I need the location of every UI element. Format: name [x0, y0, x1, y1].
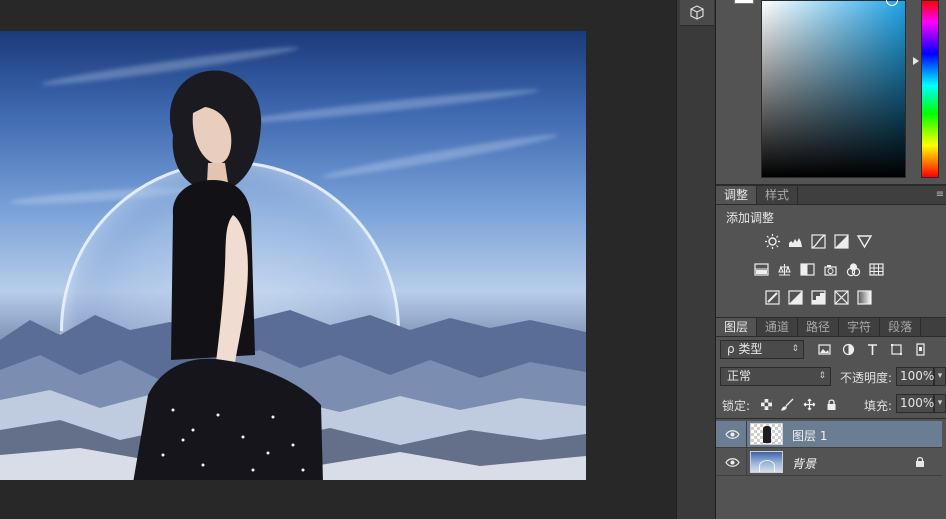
levels-icon[interactable]: [787, 233, 804, 250]
opacity-input[interactable]: 100%: [896, 367, 934, 386]
threshold-icon[interactable]: [810, 289, 827, 306]
invert-icon[interactable]: [764, 289, 781, 306]
hue-slider-handle[interactable]: [913, 57, 919, 65]
color-picker-panel: [716, 0, 946, 185]
adjustments-title: 添加调整: [726, 211, 775, 225]
dropdown-caret-icon: ⇕: [818, 371, 826, 381]
tab-adjustments[interactable]: 调整: [716, 186, 758, 204]
layers-body: ρ 类型 ⇕ 正常 ⇕ 不透明度: 100% ▾ 锁定: 填充: 100% ▾: [716, 337, 946, 519]
tab-channels[interactable]: 通道: [757, 318, 799, 336]
exposure-icon[interactable]: [833, 233, 850, 250]
adjustments-row-1: [764, 233, 873, 250]
right-panel: 调整 样式 ≡ 添加调整 图层 通道 路径 字符 段落 ρ 类型 ⇕ 正常 ⇕ …: [716, 0, 946, 519]
opacity-label: 不透明度:: [840, 371, 893, 385]
woman-figure: [133, 70, 323, 480]
tab-layers[interactable]: 图层: [716, 318, 758, 336]
lock-transparent-icon[interactable]: [759, 397, 774, 412]
type-filter-icon[interactable]: [865, 342, 879, 356]
image-filter-icon[interactable]: [817, 342, 831, 356]
gradient-map-icon[interactable]: [856, 289, 873, 306]
vibrance-icon[interactable]: [753, 261, 770, 278]
shape-filter-icon[interactable]: [889, 342, 903, 356]
adjustment-filter-icon[interactable]: [841, 342, 855, 356]
layers-tab-bar: 图层 通道 路径 字符 段落: [716, 317, 946, 337]
eye-icon[interactable]: [724, 455, 740, 469]
adjustments-tab-bar: 调整 样式 ≡: [716, 185, 946, 205]
saturation-brightness-field[interactable]: [761, 0, 906, 178]
layer-name[interactable]: 图层 1: [792, 427, 827, 444]
tab-paragraph[interactable]: 段落: [880, 318, 922, 336]
layer-thumbnail[interactable]: [750, 451, 783, 473]
divider: [746, 421, 747, 448]
tab-paths[interactable]: 路径: [798, 318, 840, 336]
adjustments-row-3: [764, 289, 873, 306]
opacity-dropdown-icon[interactable]: ▾: [934, 367, 946, 386]
hue-saturation-icon[interactable]: [776, 261, 793, 278]
thumbnail-figure: [763, 426, 771, 443]
3d-cube-icon: [690, 4, 704, 20]
canvas-image[interactable]: [0, 31, 586, 480]
3d-panel-button[interactable]: [680, 0, 714, 26]
lock-icon: [916, 457, 924, 467]
layer-row[interactable]: 背景: [716, 449, 942, 476]
tab-character[interactable]: 字符: [839, 318, 881, 336]
dropdown-caret-icon: ⇕: [791, 344, 799, 354]
selective-color-icon[interactable]: [833, 289, 850, 306]
lock-all-icon[interactable]: [824, 397, 839, 412]
panel-menu-icon[interactable]: ≡: [934, 186, 946, 204]
sky-streak: [320, 130, 560, 182]
layer-row[interactable]: 图层 1: [716, 421, 942, 448]
document-area[interactable]: [0, 0, 676, 519]
lock-label: 锁定:: [722, 399, 751, 413]
channel-mixer-icon[interactable]: [868, 261, 885, 278]
divider: [746, 449, 747, 476]
layer-name[interactable]: 背景: [792, 455, 816, 472]
foreground-swatch[interactable]: [734, 0, 754, 4]
posterize-icon[interactable]: [787, 289, 804, 306]
fill-input[interactable]: 100%: [896, 394, 934, 413]
blend-mode-value: 正常: [727, 369, 752, 383]
gradient-triangle-icon[interactable]: [856, 233, 873, 250]
hue-slider[interactable]: [921, 0, 939, 178]
divider: [716, 418, 946, 419]
curves-icon[interactable]: [810, 233, 827, 250]
adjustments-row-2: [753, 261, 885, 278]
fill-label: 填充:: [864, 399, 893, 413]
blend-mode-select[interactable]: 正常 ⇕: [720, 367, 831, 386]
smart-object-filter-icon[interactable]: [913, 342, 927, 356]
black-white-icon[interactable]: [822, 261, 839, 278]
layer-filter-select[interactable]: ρ 类型 ⇕: [720, 340, 804, 359]
eye-icon[interactable]: [724, 427, 740, 441]
lock-pixels-icon[interactable]: [780, 397, 795, 412]
photo-filter-icon[interactable]: [845, 261, 862, 278]
tab-styles[interactable]: 样式: [757, 186, 799, 204]
layer-thumbnail[interactable]: [750, 423, 783, 445]
lock-position-icon[interactable]: [802, 397, 817, 412]
adjustments-body: 添加调整: [716, 205, 946, 317]
layer-filter-value: ρ 类型: [727, 342, 763, 356]
brightness-contrast-icon[interactable]: [764, 233, 781, 250]
fill-dropdown-icon[interactable]: ▾: [934, 394, 946, 413]
thumbnail-planet: [759, 460, 775, 472]
color-balance-icon[interactable]: [799, 261, 816, 278]
panel-dock-strip: [676, 0, 716, 519]
